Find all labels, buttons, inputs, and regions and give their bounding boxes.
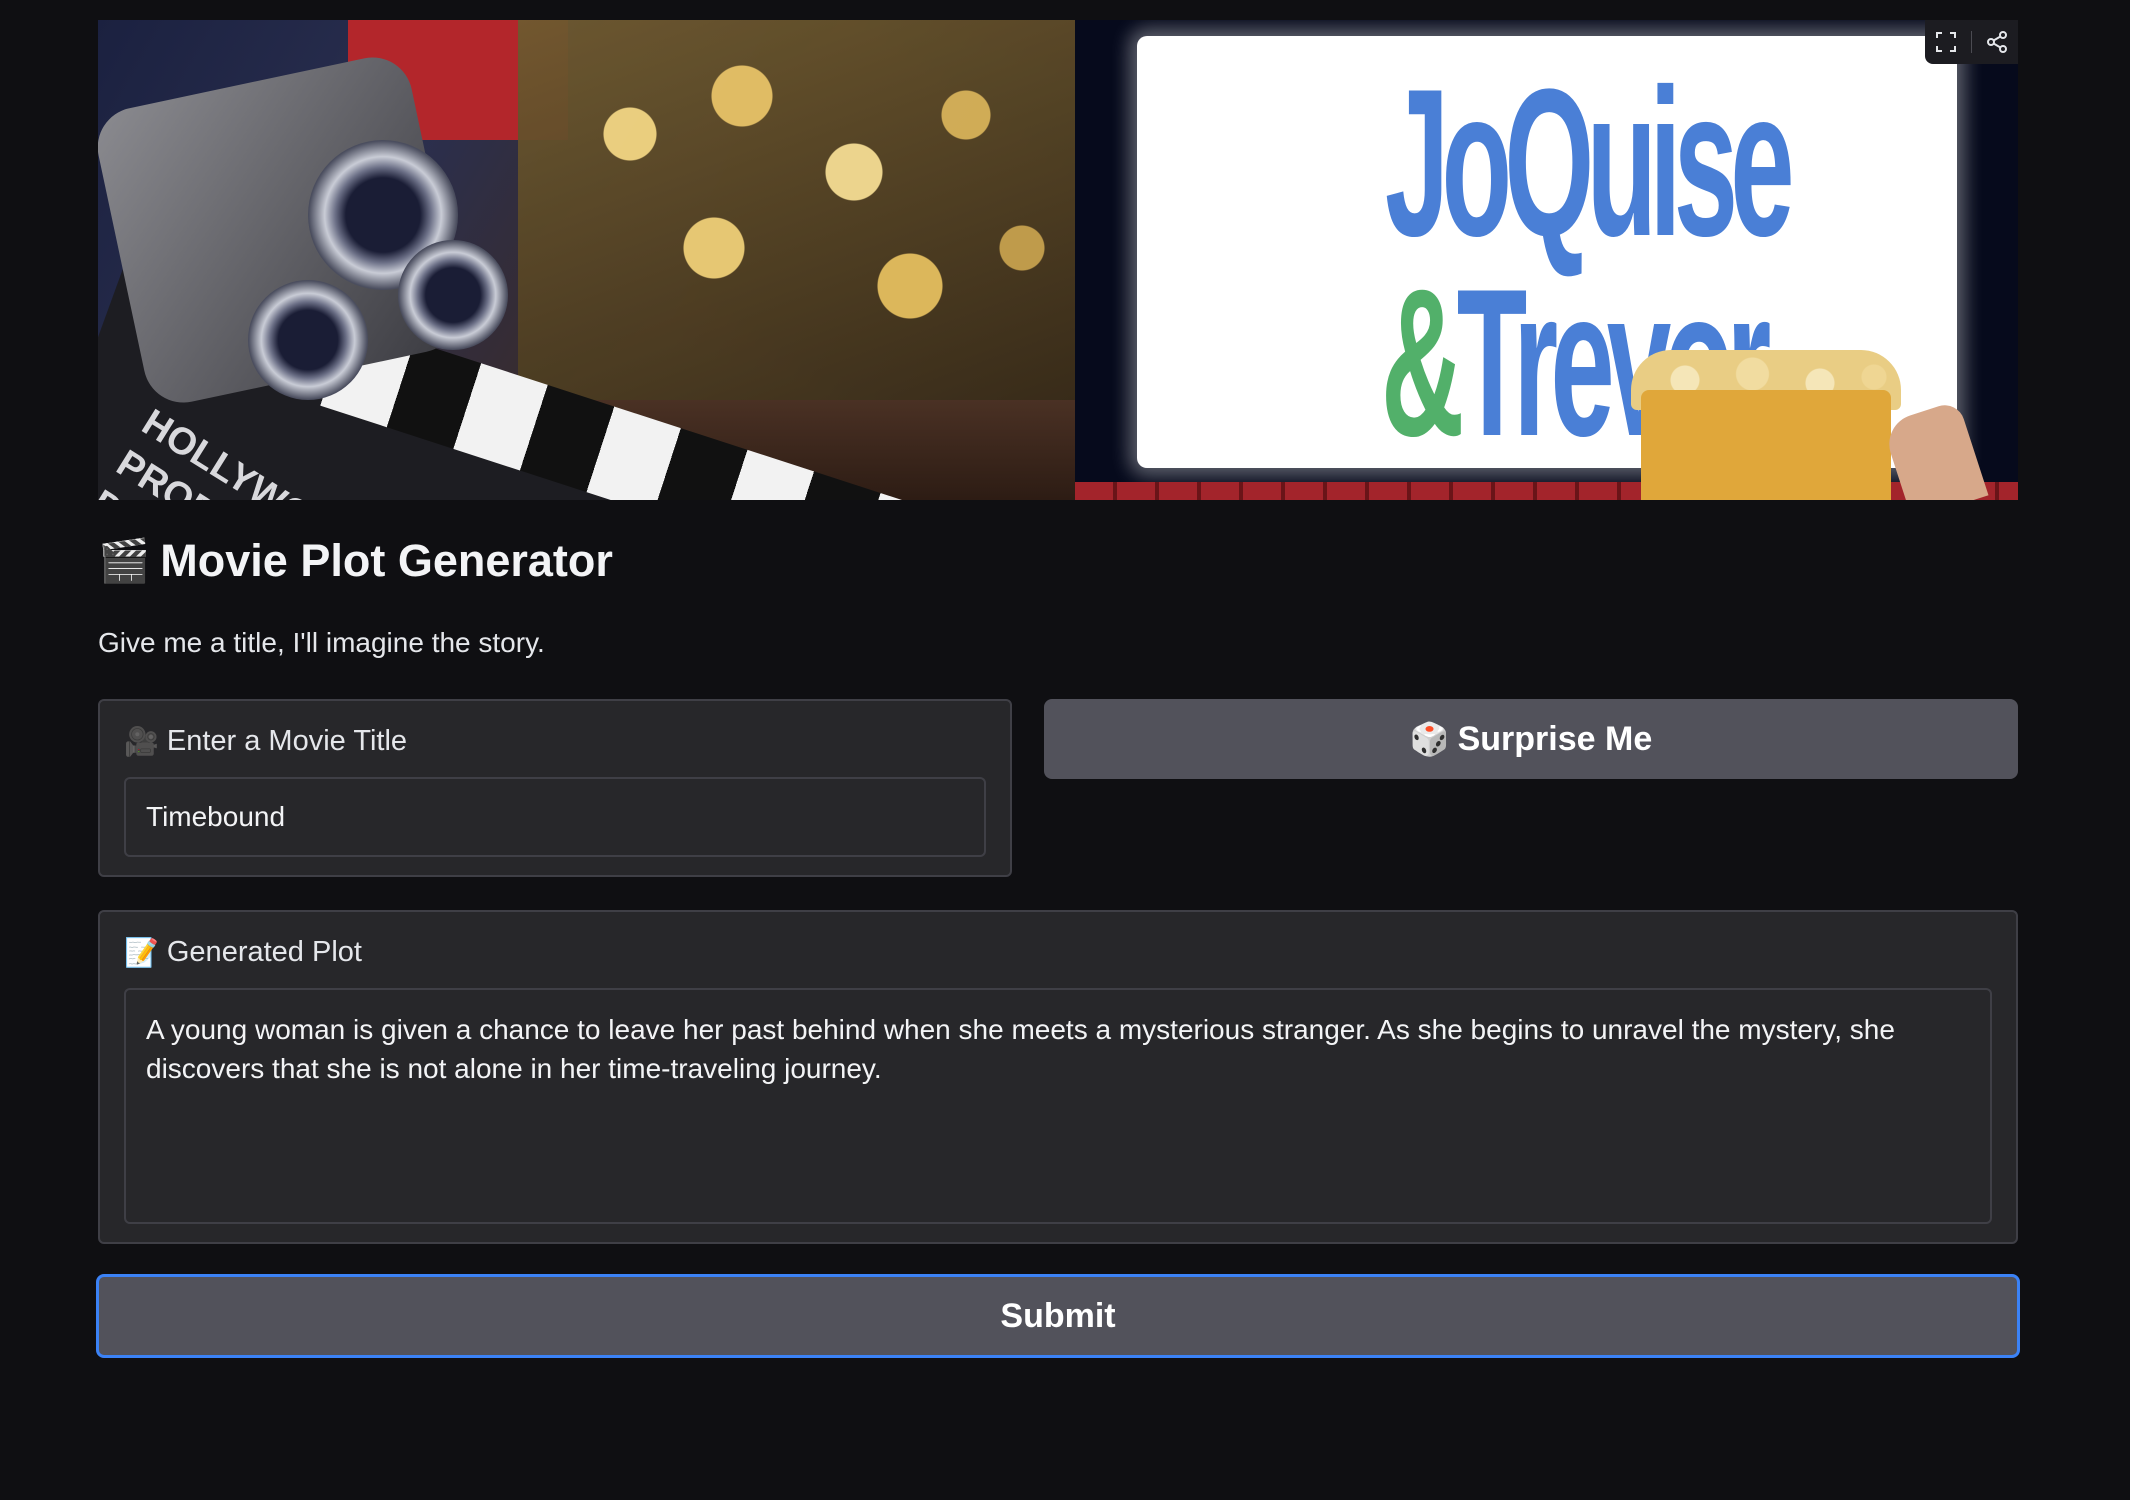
dice-icon: 🎲	[1409, 721, 1450, 757]
submit-button[interactable]: Submit	[96, 1274, 2020, 1358]
popcorn-pile	[518, 20, 1075, 400]
movie-title-input[interactable]	[124, 777, 986, 857]
film-camera-icon: 🎥	[124, 726, 159, 757]
surprise-me-button[interactable]: 🎲 Surprise Me	[1044, 699, 2018, 779]
cinema-props-photo: HOLLYWOODPRODUCTIODIRECTOCAME	[98, 20, 1075, 500]
plot-output-panel: 📝 Generated Plot A young woman is given …	[98, 910, 2018, 1244]
page-title: 🎬 Movie Plot Generator	[98, 535, 613, 587]
fullscreen-icon[interactable]	[1929, 25, 1963, 59]
banner-image: HOLLYWOODPRODUCTIODIRECTOCAME JoQuise &T…	[98, 20, 2018, 500]
generated-plot-textarea[interactable]: A young woman is given a chance to leave…	[124, 988, 1992, 1224]
page-title-text: Movie Plot Generator	[160, 535, 613, 586]
logo-line1: JoQuise	[1385, 45, 1795, 280]
popcorn-bucket	[1641, 390, 1891, 500]
image-toolbar	[1925, 20, 2018, 64]
title-input-label: 🎥 Enter a Movie Title	[124, 725, 408, 757]
memo-icon: 📝	[124, 937, 159, 968]
clapperboard-icon: 🎬	[98, 537, 151, 584]
plot-output-label: 📝 Generated Plot	[124, 936, 362, 968]
page-description: Give me a title, I'll imagine the story.	[98, 627, 545, 658]
logo-screen-photo: JoQuise &Trevor	[1075, 20, 2018, 500]
share-icon[interactable]	[1980, 25, 2014, 59]
title-input-panel: 🎥 Enter a Movie Title	[98, 699, 1012, 877]
